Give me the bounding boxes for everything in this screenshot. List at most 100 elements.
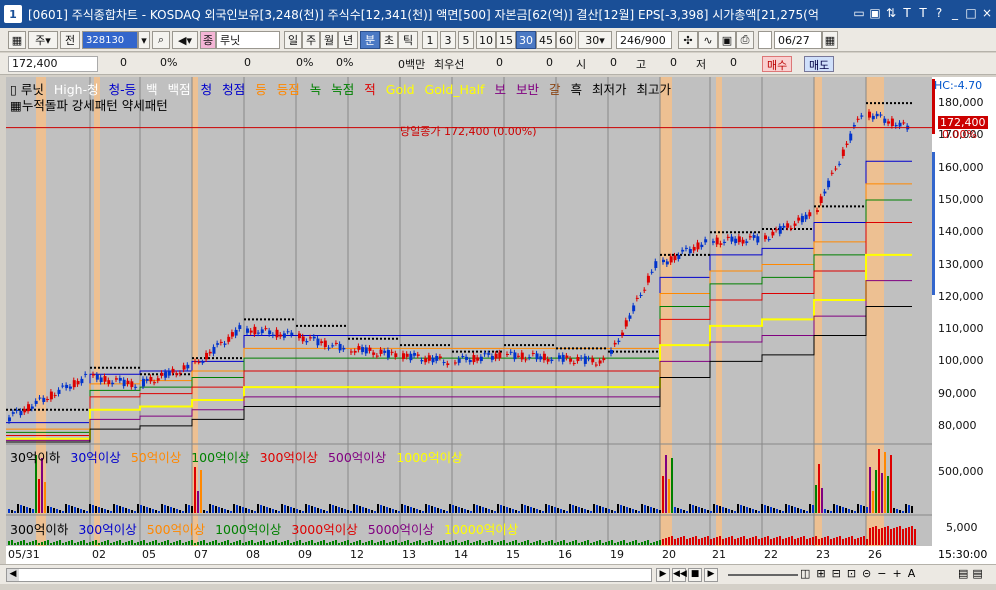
interval-5[interactable]: 5 (458, 31, 474, 49)
sort-icon[interactable]: ⇅ (884, 5, 898, 21)
scroll-bar[interactable]: ◀ ▶ ◀◀ ■ ▶ ◫⊞⊟⊡⊝−+A ▤▤ (0, 564, 996, 584)
date-checkbox[interactable] (758, 31, 772, 49)
candle-body (531, 353, 535, 355)
tool-icon[interactable]: ✣ (678, 31, 698, 49)
period-tick[interactable]: 틱 (398, 31, 418, 49)
print-icon[interactable]: ⎙ (736, 31, 754, 49)
save-icon[interactable]: ▣ (718, 31, 736, 49)
period-second[interactable]: 초 (380, 31, 398, 49)
restore-icon[interactable]: ▭ (852, 5, 866, 21)
stock-name-field[interactable]: 루닛 (216, 31, 280, 49)
volume-bar (866, 507, 868, 513)
volume-bar (395, 510, 397, 513)
candle-body (227, 336, 231, 342)
candle-body (696, 242, 700, 250)
close-icon[interactable]: × (980, 5, 994, 21)
volume2-bar (869, 528, 871, 545)
maximize-icon[interactable]: ▣ (868, 5, 882, 21)
interval-10[interactable]: 10 (476, 31, 496, 49)
candle-body (852, 125, 856, 127)
volume2-bar (626, 543, 628, 545)
volume-bar (710, 511, 712, 513)
period-week[interactable]: 주 (302, 31, 320, 49)
volume-bar (743, 506, 745, 513)
volume-bar (368, 509, 370, 513)
chart-area[interactable]: ▯ 루닛 High-청 청-등 백 백점 청 청점 등 등점 녹 녹점 적 Gold Gold_Half 보… (6, 77, 932, 546)
period-year[interactable]: 년 (338, 31, 358, 49)
stop-icon[interactable]: ■ (688, 568, 702, 582)
candle-body (591, 358, 595, 363)
date-field[interactable]: 06/27 (774, 31, 822, 49)
rewind-icon[interactable]: ◀◀ (672, 568, 687, 582)
zoom-slider[interactable] (728, 574, 798, 576)
zoom-icons[interactable]: ◫⊞⊟⊡⊝−+A (800, 567, 921, 580)
volume-bar (338, 507, 340, 513)
volume-bar (152, 509, 154, 513)
text-icon[interactable]: T (900, 5, 914, 21)
period-month[interactable]: 월 (320, 31, 338, 49)
help-icon[interactable]: ? (932, 5, 946, 21)
speaker-icon[interactable]: ◀▾ (172, 31, 198, 49)
scroll-left-icon[interactable]: ◀ (7, 569, 19, 581)
interval-15[interactable]: 15 (496, 31, 516, 49)
settings-icons[interactable]: ▤▤ (958, 567, 987, 580)
candle-body (334, 342, 338, 344)
volume-bar (608, 509, 610, 513)
volume-bar (332, 505, 334, 513)
calendar-icon[interactable]: ▦ (822, 31, 838, 49)
volume2-bar (185, 542, 187, 545)
scroll-track[interactable]: ◀ (6, 568, 652, 582)
window-maximize-icon[interactable]: □ (964, 5, 978, 21)
volume-bar (764, 505, 766, 513)
volume2-bar (722, 539, 724, 545)
search-icon[interactable]: ⌕ (152, 31, 170, 49)
minimize-icon[interactable]: _ (948, 5, 962, 21)
period-day[interactable]: 일 (284, 31, 302, 49)
volume2-bar (914, 529, 916, 545)
market-select[interactable]: 주 ▾ (28, 31, 58, 49)
text2-icon[interactable]: T (916, 5, 930, 21)
candle-body (730, 236, 734, 242)
stock-code-input[interactable]: 328130 (82, 31, 138, 49)
volume2-bar (671, 536, 673, 545)
bar-count-field[interactable]: 246/900 (616, 31, 672, 49)
volume-bar (296, 509, 298, 513)
line-tool-icon[interactable]: ∿ (698, 31, 718, 49)
volume2-bar (614, 543, 616, 545)
interval-1[interactable]: 1 (422, 31, 438, 49)
volume2-bar (65, 542, 67, 545)
interval-select[interactable]: 30 ▾ (578, 31, 612, 49)
volume-bar (491, 510, 493, 513)
grid-icon[interactable]: ▦ (8, 31, 26, 49)
volume-bar (653, 508, 655, 513)
candle-body (823, 191, 827, 194)
volume2-bar (764, 537, 766, 545)
candle-body (49, 391, 53, 400)
volume2-bar (389, 542, 391, 545)
code-dropdown-icon[interactable]: ▾ (138, 31, 150, 49)
candle-body (598, 360, 602, 364)
volume2-bar (689, 538, 691, 545)
candle-body (15, 409, 19, 411)
volume2-legend: 300억이하 300억이상 500억이상 1000억이상 3000억이상 5000억이상 1… (10, 519, 528, 538)
play-icon[interactable]: ▶ (704, 568, 718, 582)
date-tick: 22 (764, 548, 778, 561)
price-chart (6, 77, 932, 546)
volume-bar (68, 505, 70, 513)
buy-button[interactable]: 매수 (762, 56, 793, 72)
info-row: 172,400 0 0% 0 0% 0% 0백만 최우선 0 0 시 0 고 0… (0, 53, 996, 75)
prev-button[interactable]: 전 (60, 31, 80, 49)
scroll-right-icon[interactable]: ▶ (656, 568, 670, 582)
channel-line (6, 253, 912, 440)
candle-body (383, 350, 387, 353)
interval-60[interactable]: 60 (556, 31, 576, 49)
interval-3[interactable]: 3 (440, 31, 456, 49)
interval-45[interactable]: 45 (536, 31, 556, 49)
period-minute[interactable]: 분 (360, 31, 380, 49)
volume-bar (116, 505, 118, 513)
sell-button[interactable]: 매도 (804, 56, 835, 72)
interval-30[interactable]: 30 (516, 31, 536, 49)
candle-body (665, 261, 669, 265)
candle-body (130, 381, 134, 388)
candle-body (778, 226, 782, 234)
